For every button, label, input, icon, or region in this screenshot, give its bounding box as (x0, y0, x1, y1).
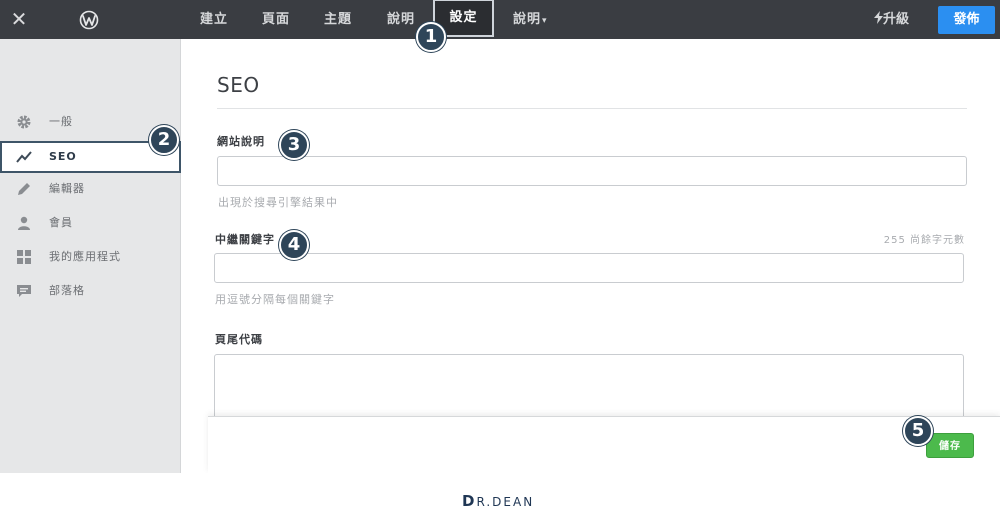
step-marker-2: 2 (149, 125, 179, 155)
save-footer-bar (208, 416, 1000, 473)
tab-help-label: 說明 (513, 12, 542, 27)
meta-keywords-input[interactable] (214, 253, 964, 283)
step-marker-4: 4 (279, 230, 309, 260)
sidebar-item-label: 會員 (49, 216, 73, 229)
save-button[interactable]: 儲存 (926, 433, 974, 458)
tab-help[interactable]: 說明▾ (513, 0, 548, 39)
tab-theme[interactable]: 主題 (324, 0, 352, 39)
step-marker-1: 1 (416, 22, 446, 52)
sidebar-item-label: 部落格 (49, 284, 85, 297)
publish-button[interactable]: 發佈 (938, 6, 995, 34)
comment-icon (17, 285, 31, 297)
weebly-logo[interactable] (78, 10, 100, 30)
step-marker-3: 3 (279, 130, 309, 160)
seo-settings-panel: SEO 網站說明 出現於搜尋引擎結果中 中繼關鍵字 255 尚餘字元數 用逗號分… (182, 39, 1000, 473)
tab-description[interactable]: 說明 (387, 0, 415, 39)
meta-keywords-hint: 用逗號分隔每個關鍵字 (215, 293, 335, 306)
site-description-hint: 出現於搜尋引擎結果中 (218, 196, 338, 209)
sidebar-item-label: 一般 (49, 115, 73, 128)
sidebar-item-apps[interactable]: 我的應用程式 (0, 241, 181, 273)
tab-pages[interactable]: 頁面 (262, 0, 290, 39)
brand-initial: D (462, 492, 477, 510)
step-marker-5: 5 (903, 416, 933, 446)
keywords-char-counter: 255 尚餘字元數 (883, 235, 965, 246)
sidebar-item-blog[interactable]: 部落格 (0, 275, 181, 307)
gear-icon (17, 115, 31, 129)
site-description-input[interactable] (217, 156, 967, 186)
upgrade-label: 升級 (883, 12, 910, 27)
title-divider (217, 108, 967, 109)
brand-rest: R.DEAN (476, 495, 535, 509)
apps-icon (17, 250, 31, 264)
trend-icon (16, 151, 32, 163)
lightning-icon (874, 11, 883, 24)
footer-code-label: 頁尾代碼 (215, 333, 263, 346)
sidebar-item-label: 編輯器 (49, 182, 85, 195)
pencil-icon (18, 183, 30, 195)
sidebar-item-label: 我的應用程式 (49, 250, 121, 263)
user-icon (18, 216, 30, 230)
meta-keywords-label: 中繼關鍵字 (215, 233, 275, 246)
chevron-down-icon: ▾ (542, 16, 548, 26)
page-title: SEO (217, 73, 260, 97)
close-icon[interactable]: ✕ (10, 8, 28, 30)
dr-dean-logo: DR.DEAN (462, 492, 534, 510)
settings-sidebar: 一般 SEO 編輯器 會員 我的應用程式 部落格 (0, 39, 181, 473)
sidebar-item-label: SEO (49, 150, 77, 163)
top-toolbar: ✕ 建立 頁面 主題 說明 設定 說明▾ 升級 發佈 (0, 0, 1000, 39)
sidebar-item-editor[interactable]: 編輯器 (0, 173, 181, 205)
upgrade-button[interactable]: 升級 (874, 0, 909, 39)
tab-build[interactable]: 建立 (200, 0, 228, 39)
site-description-label: 網站說明 (217, 135, 265, 148)
sidebar-item-members[interactable]: 會員 (0, 207, 181, 239)
